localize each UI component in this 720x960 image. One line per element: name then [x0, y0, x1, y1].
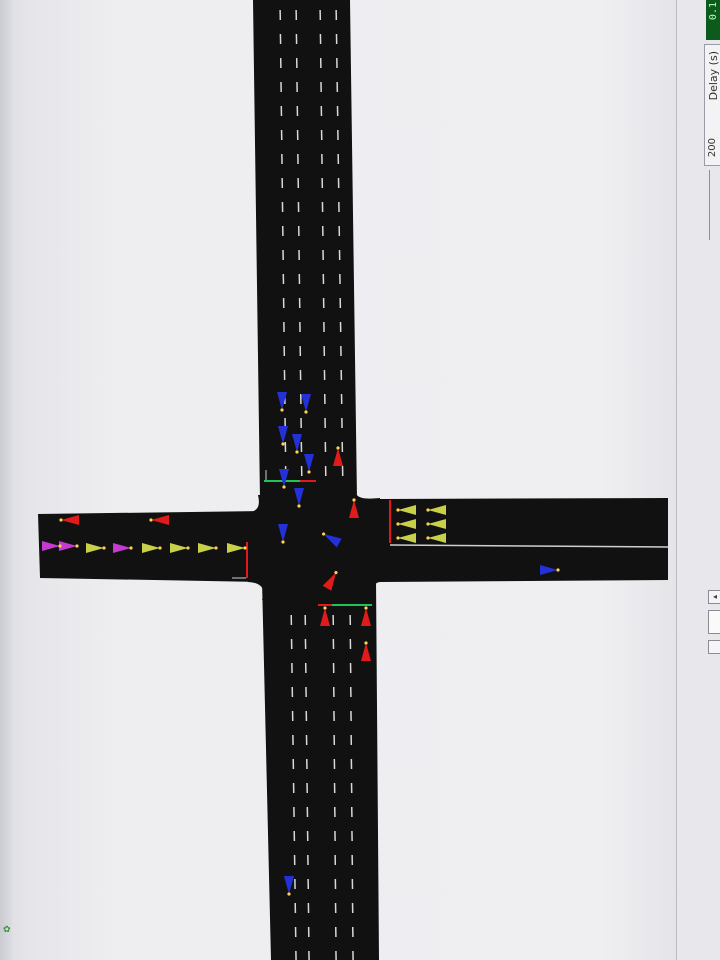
road-network: [38, 0, 668, 960]
panel-divider: [709, 170, 710, 240]
status-indicator: 0.1: [706, 0, 720, 40]
monitor-screen: 0.1 Delay (s) 200 ◂ ✿: [0, 0, 720, 960]
scroll-arrow-icon[interactable]: ◂: [708, 590, 720, 604]
road-east-arm: [378, 498, 668, 582]
scroll-checkbox[interactable]: [708, 640, 720, 654]
delay-value: 200: [707, 138, 718, 158]
status-text: 0.1: [708, 2, 719, 21]
road-south-arm: [262, 580, 379, 960]
leaf-icon: ✿: [3, 925, 11, 935]
delay-label: Delay (s): [707, 51, 720, 101]
intersection-simulation-canvas[interactable]: [0, 0, 720, 960]
intersection-box: [248, 495, 380, 600]
scrollbar-track[interactable]: [708, 610, 720, 634]
